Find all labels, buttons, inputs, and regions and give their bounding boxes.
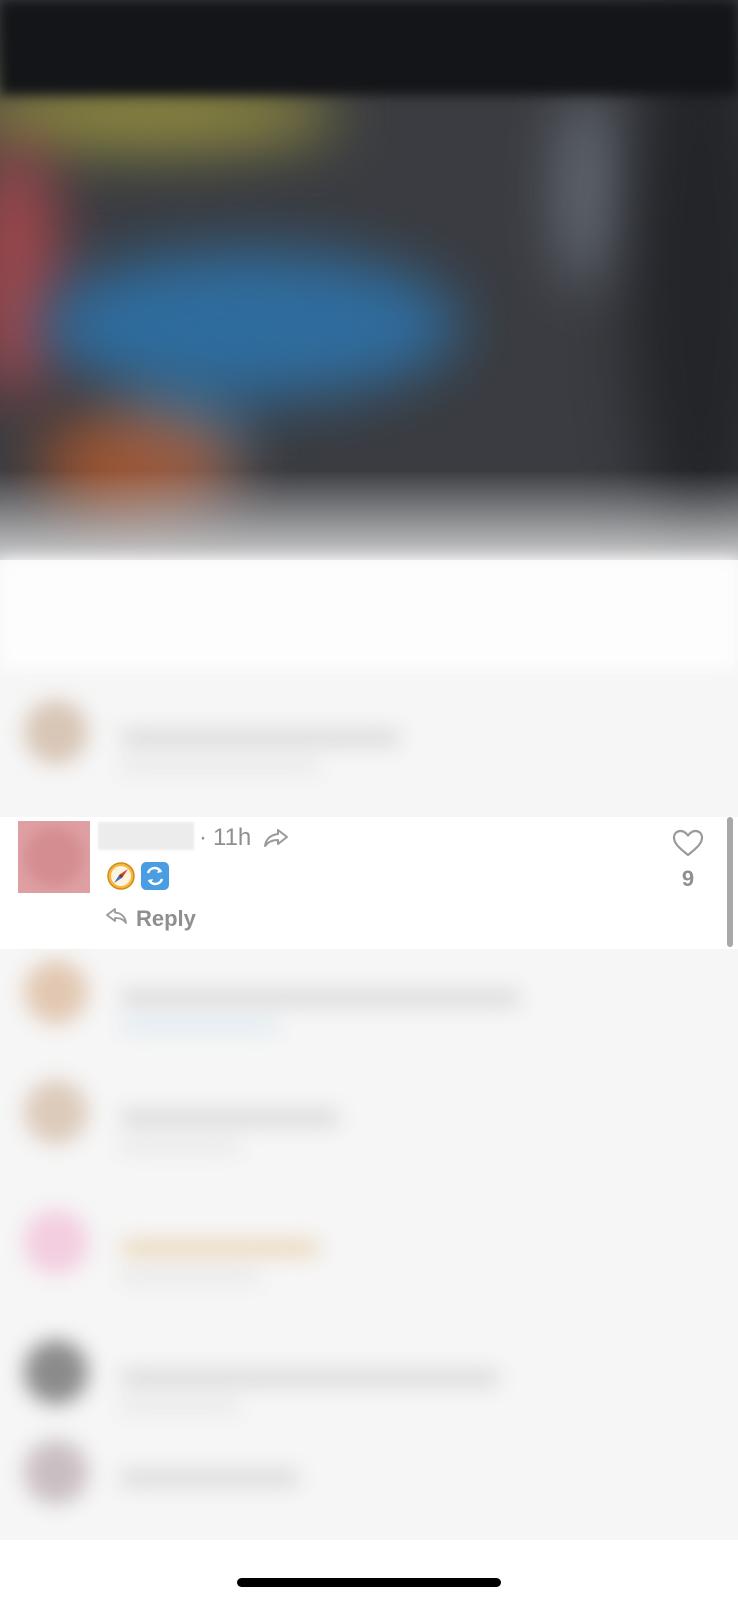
comments-screen: · 11h Reply 9: [0, 0, 738, 1600]
share-icon[interactable]: [263, 827, 289, 849]
blurred-comment-row: [0, 1320, 738, 1430]
blurred-video-background: [0, 0, 738, 560]
redacted-username[interactable]: [98, 822, 194, 850]
scrollbar[interactable]: [727, 817, 733, 947]
compass-emoji: [106, 861, 136, 891]
reply-icon: [106, 906, 128, 932]
blurred-comment-row: [0, 1420, 738, 1530]
comment-body: [106, 861, 170, 891]
meta-separator: ·: [199, 824, 207, 851]
heart-icon: [672, 829, 704, 862]
comment-meta: · 11h: [199, 824, 289, 852]
blurred-top-bar: [0, 0, 738, 95]
reply-label: Reply: [136, 906, 196, 931]
blurred-comment-row: [0, 940, 738, 1050]
blurred-comment-row: [0, 1190, 738, 1300]
avatar[interactable]: [18, 821, 90, 893]
blurred-comment-list: [0, 560, 738, 1540]
like-count: 9: [681, 866, 695, 891]
blurred-comment-row: [0, 1060, 738, 1170]
reply-button[interactable]: Reply: [106, 906, 196, 932]
like-button[interactable]: 9: [671, 829, 705, 892]
home-indicator[interactable]: [237, 1578, 501, 1587]
repeat-button-emoji: [140, 861, 170, 891]
focused-comment: · 11h Reply 9: [0, 817, 738, 949]
blurred-comment-row: [0, 680, 738, 790]
comment-time: 11h: [213, 824, 252, 851]
